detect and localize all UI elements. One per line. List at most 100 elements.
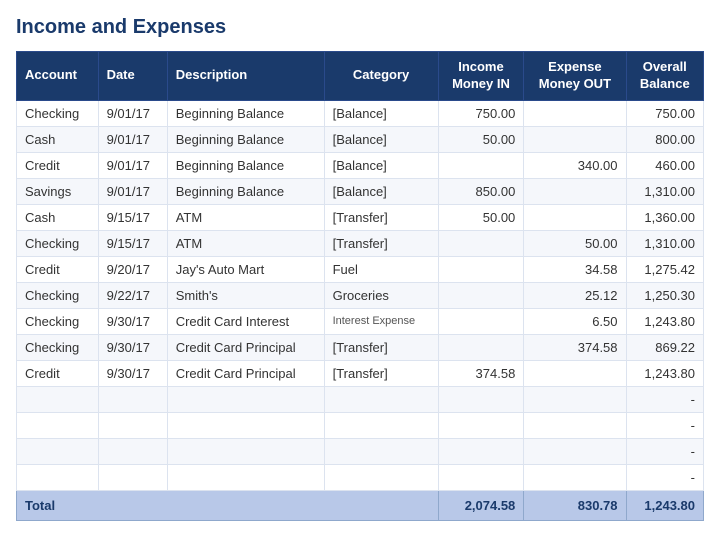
table-cell	[438, 256, 524, 282]
total-balance: 1,243.80	[626, 490, 703, 520]
empty-cell	[98, 464, 167, 490]
empty-cell	[438, 386, 524, 412]
table-cell: [Balance]	[324, 152, 438, 178]
empty-cell	[324, 412, 438, 438]
table-cell: 6.50	[524, 308, 626, 334]
table-cell: Credit	[17, 152, 99, 178]
table-cell: 34.58	[524, 256, 626, 282]
table-cell: 9/30/17	[98, 334, 167, 360]
table-cell: 50.00	[524, 230, 626, 256]
empty-cell	[324, 386, 438, 412]
empty-cell	[167, 412, 324, 438]
table-cell: Smith's	[167, 282, 324, 308]
table-cell: 340.00	[524, 152, 626, 178]
table-cell: 750.00	[626, 100, 703, 126]
table-cell: Beginning Balance	[167, 100, 324, 126]
table-cell	[438, 152, 524, 178]
empty-cell	[17, 464, 99, 490]
table-cell: Fuel	[324, 256, 438, 282]
table-cell: Checking	[17, 282, 99, 308]
table-cell: Savings	[17, 178, 99, 204]
table-row: Credit9/20/17Jay's Auto MartFuel34.581,2…	[17, 256, 704, 282]
table-cell: 1,243.80	[626, 360, 703, 386]
table-cell: Beginning Balance	[167, 126, 324, 152]
table-cell: 1,360.00	[626, 204, 703, 230]
table-cell: ATM	[167, 204, 324, 230]
table-cell: Cash	[17, 126, 99, 152]
table-row: Savings9/01/17Beginning Balance[Balance]…	[17, 178, 704, 204]
table-cell: 50.00	[438, 126, 524, 152]
table-row: Checking9/01/17Beginning Balance[Balance…	[17, 100, 704, 126]
col-expense: ExpenseMoney OUT	[524, 52, 626, 101]
empty-cell	[438, 464, 524, 490]
table-cell	[438, 282, 524, 308]
table-cell: 374.58	[524, 334, 626, 360]
table-row: Checking9/22/17Smith'sGroceries 25.121,25…	[17, 282, 704, 308]
table-cell: 9/22/17	[98, 282, 167, 308]
table-cell: 1,310.00	[626, 178, 703, 204]
empty-cell	[167, 438, 324, 464]
table-cell: 9/30/17	[98, 360, 167, 386]
table-cell: 374.58	[438, 360, 524, 386]
table-row: Credit9/30/17Credit Card Principal[Trans…	[17, 360, 704, 386]
empty-cell: -	[626, 464, 703, 490]
empty-cell	[524, 386, 626, 412]
table-cell: 1,243.80	[626, 308, 703, 334]
col-balance: OverallBalance	[626, 52, 703, 101]
table-cell: Credit Card Interest	[167, 308, 324, 334]
table-cell: 1,250.30	[626, 282, 703, 308]
table-cell: Groceries	[324, 282, 438, 308]
table-cell: 50.00	[438, 204, 524, 230]
col-date: Date	[98, 52, 167, 101]
empty-cell	[17, 386, 99, 412]
table-row: Cash9/15/17ATM[Transfer]50.001,360.00	[17, 204, 704, 230]
table-cell: 25.12	[524, 282, 626, 308]
table-cell: 850.00	[438, 178, 524, 204]
empty-row: -	[17, 464, 704, 490]
table-cell	[438, 308, 524, 334]
table-header-row: Account Date Description Category Income…	[17, 52, 704, 101]
table-cell: 9/20/17	[98, 256, 167, 282]
table-cell: 9/01/17	[98, 100, 167, 126]
table-cell: 869.22	[626, 334, 703, 360]
empty-cell: -	[626, 386, 703, 412]
table-cell: 1,275.42	[626, 256, 703, 282]
empty-cell: -	[626, 412, 703, 438]
table-cell: [Balance]	[324, 178, 438, 204]
table-cell: [Transfer]	[324, 360, 438, 386]
total-label: Total	[17, 490, 439, 520]
empty-cell	[524, 412, 626, 438]
table-cell	[438, 230, 524, 256]
table-cell: Credit	[17, 360, 99, 386]
table-row: Cash9/01/17Beginning Balance[Balance]50.…	[17, 126, 704, 152]
table-cell: 9/01/17	[98, 126, 167, 152]
empty-row: -	[17, 386, 704, 412]
table-cell	[524, 360, 626, 386]
empty-cell	[524, 464, 626, 490]
empty-cell	[438, 438, 524, 464]
empty-cell	[98, 386, 167, 412]
table-cell: Beginning Balance	[167, 152, 324, 178]
table-cell: [Balance]	[324, 126, 438, 152]
empty-cell	[438, 412, 524, 438]
table-cell: Cash	[17, 204, 99, 230]
table-row: Credit9/01/17Beginning Balance[Balance]3…	[17, 152, 704, 178]
col-income: IncomeMoney IN	[438, 52, 524, 101]
table-cell: [Balance]	[324, 100, 438, 126]
table-row: Checking9/15/17ATM[Transfer]50.001,310.0…	[17, 230, 704, 256]
table-cell: ATM	[167, 230, 324, 256]
table-cell: Beginning Balance	[167, 178, 324, 204]
table-row: Checking9/30/17Credit Card Principal[Tra…	[17, 334, 704, 360]
table-cell: Credit Card Principal	[167, 360, 324, 386]
table-cell: 9/30/17	[98, 308, 167, 334]
table-cell: Checking	[17, 230, 99, 256]
total-income: 2,074.58	[438, 490, 524, 520]
table-cell: Checking	[17, 334, 99, 360]
col-category: Category	[324, 52, 438, 101]
empty-cell	[98, 438, 167, 464]
table-cell: Checking	[17, 100, 99, 126]
table-footer-row: Total 2,074.58 830.78 1,243.80	[17, 490, 704, 520]
table-cell: Credit	[17, 256, 99, 282]
empty-cell	[324, 464, 438, 490]
total-expense: 830.78	[524, 490, 626, 520]
